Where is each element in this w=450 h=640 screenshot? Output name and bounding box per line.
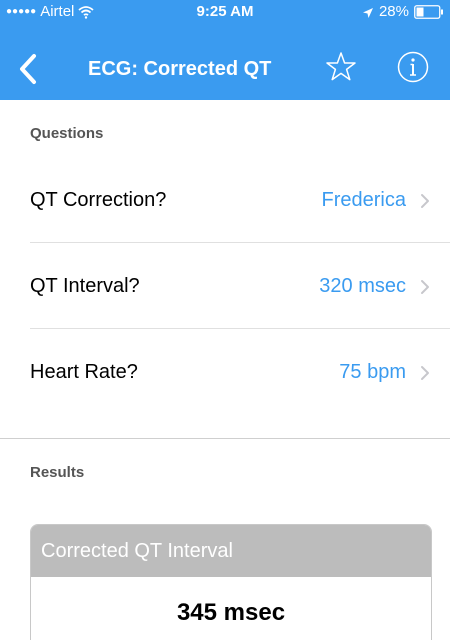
nav-bar: ECG: Corrected QT <box>0 44 450 100</box>
question-label: QT Interval? <box>30 275 140 297</box>
screen: ●●●●● Airtel 9:25 AM 28% ECG: Corrected … <box>0 0 450 640</box>
question-row-qt-correction[interactable]: QT Correction? Frederica <box>30 157 450 243</box>
result-card: Corrected QT Interval 345 msec <box>30 524 432 640</box>
result-card-title: Corrected QT Interval <box>31 525 431 577</box>
question-row-qt-interval[interactable]: QT Interval? 320 msec <box>30 243 450 329</box>
question-row-heart-rate[interactable]: Heart Rate? 75 bpm <box>30 329 450 415</box>
question-value: Frederica <box>321 189 406 211</box>
section-divider <box>0 438 450 439</box>
battery-icon <box>414 4 444 19</box>
chevron-left-icon <box>20 54 36 84</box>
question-value: 320 msec <box>319 275 406 297</box>
location-arrow-icon <box>362 6 374 18</box>
chevron-right-icon <box>421 366 429 380</box>
favorite-button[interactable] <box>324 50 358 84</box>
chevron-right-icon <box>421 280 429 294</box>
chevron-right-icon <box>421 194 429 208</box>
info-circle-icon <box>397 51 429 83</box>
results-section-header: Results <box>30 464 85 481</box>
info-button[interactable] <box>396 50 430 84</box>
app-header: ●●●●● Airtel 9:25 AM 28% ECG: Corrected … <box>0 0 450 100</box>
page-title: ECG: Corrected QT <box>88 58 272 80</box>
back-button[interactable] <box>14 52 44 86</box>
star-outline-icon <box>326 52 356 81</box>
question-label: Heart Rate? <box>30 361 138 383</box>
question-value: 75 bpm <box>339 361 406 383</box>
result-value: 345 msec <box>176 599 286 626</box>
question-label: QT Correction? <box>30 189 167 211</box>
status-bar: ●●●●● Airtel 9:25 AM 28% <box>0 0 450 24</box>
battery-percent: 28% <box>378 3 409 20</box>
questions-section-header: Questions <box>30 125 104 142</box>
status-right: 28% <box>362 3 444 20</box>
